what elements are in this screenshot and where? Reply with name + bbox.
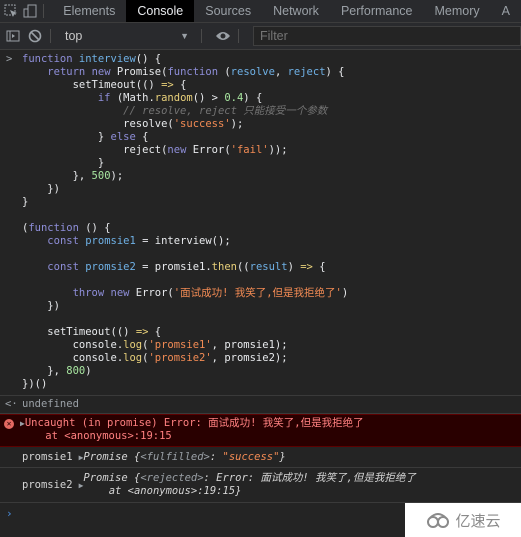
- tab-sources[interactable]: Sources: [194, 0, 262, 22]
- divider: [238, 29, 239, 43]
- error-message-row[interactable]: ✕ ▶Uncaught (in promise) Error: 面试成功! 我笑…: [0, 414, 521, 447]
- device-toolbar-icon[interactable]: [23, 2, 38, 20]
- code-line: })(): [22, 378, 48, 390]
- error-icon: ✕: [4, 419, 14, 429]
- console-toolbar: top ▼: [0, 23, 521, 50]
- divider: [50, 29, 51, 43]
- tab-more[interactable]: A: [491, 0, 521, 22]
- code-line: const promsie2 = promsie1.then((result) …: [47, 261, 326, 273]
- live-expression-eye-icon[interactable]: [214, 27, 232, 45]
- watermark: 亿速云: [405, 503, 521, 537]
- code-line: return new Promise(function (resolve, re…: [47, 66, 345, 78]
- log-label: promsie2: [22, 479, 73, 491]
- input-prompt-icon: >: [6, 53, 13, 65]
- filter-input[interactable]: [253, 26, 521, 46]
- console-input-echo: > function interview() { return new Prom…: [0, 50, 521, 396]
- code-line: // resolve, reject 只能接受一个参数: [123, 105, 328, 117]
- log-row-promsie2[interactable]: promsie2 ▶ Promise {<rejected>: Error: 面…: [0, 468, 521, 503]
- dropdown-arrow-icon: ▼: [180, 31, 189, 41]
- code-line: setTimeout(() => {: [72, 79, 187, 91]
- console-output: > function interview() { return new Prom…: [0, 50, 521, 520]
- code-line: }: [22, 196, 29, 208]
- tab-performance[interactable]: Performance: [330, 0, 424, 22]
- tab-elements[interactable]: Elements: [52, 0, 126, 22]
- devtools-tabbar: Elements Console Sources Network Perform…: [0, 0, 521, 23]
- code-line: }, 800): [47, 365, 92, 377]
- code-line: resolve('success');: [123, 118, 244, 130]
- return-value-row: <· undefined: [0, 396, 521, 414]
- context-value: top: [65, 29, 83, 43]
- code-line: setTimeout(() => {: [47, 326, 162, 338]
- code-line: }): [47, 183, 60, 195]
- code-line: }, 500);: [72, 170, 124, 182]
- code-line: if (Math.random() > 0.4) {: [97, 92, 263, 104]
- tab-console[interactable]: Console: [126, 0, 195, 22]
- promise-object[interactable]: Promise {<rejected>: Error: 面试成功! 我笑了,但是…: [83, 472, 415, 498]
- code-line: function interview() {: [22, 53, 162, 65]
- error-stack[interactable]: at <anonymous>:19:15: [45, 430, 171, 442]
- promise-object[interactable]: Promise {<fulfilled>: "success"}: [83, 451, 285, 463]
- code-line: }): [47, 300, 60, 312]
- code-line: const promsie1 = interview();: [47, 235, 231, 247]
- divider: [201, 29, 202, 43]
- inspect-element-icon[interactable]: [4, 2, 19, 20]
- cloud-logo-icon: [427, 513, 450, 528]
- context-selector[interactable]: top ▼: [59, 29, 195, 43]
- divider: [43, 4, 45, 18]
- code-line: reject(new Error('fail'));: [123, 144, 288, 156]
- watermark-text: 亿速云: [455, 512, 501, 530]
- code-line: (function () {: [22, 222, 111, 234]
- log-label: promsie1: [22, 451, 73, 463]
- show-sidebar-icon[interactable]: [4, 27, 22, 45]
- code-line: } else {: [97, 131, 149, 143]
- return-arrow-icon: <·: [5, 398, 18, 410]
- code-line: console.log('promsie2', promsie2);: [72, 352, 288, 364]
- code-line: console.log('promsie1', promsie1);: [72, 339, 288, 351]
- return-value: undefined: [22, 398, 79, 410]
- error-text: Uncaught (in promise) Error: 面试成功! 我笑了,但…: [24, 417, 364, 429]
- clear-console-icon[interactable]: [26, 27, 44, 45]
- tab-network[interactable]: Network: [262, 0, 330, 22]
- code-line: throw new Error('面试成功! 我笑了,但是我拒绝了'): [72, 287, 349, 299]
- tab-memory[interactable]: Memory: [424, 0, 491, 22]
- log-row-promsie1[interactable]: promsie1 ▶ Promise {<fulfilled>: "succes…: [0, 447, 521, 468]
- code-line: }: [97, 157, 105, 169]
